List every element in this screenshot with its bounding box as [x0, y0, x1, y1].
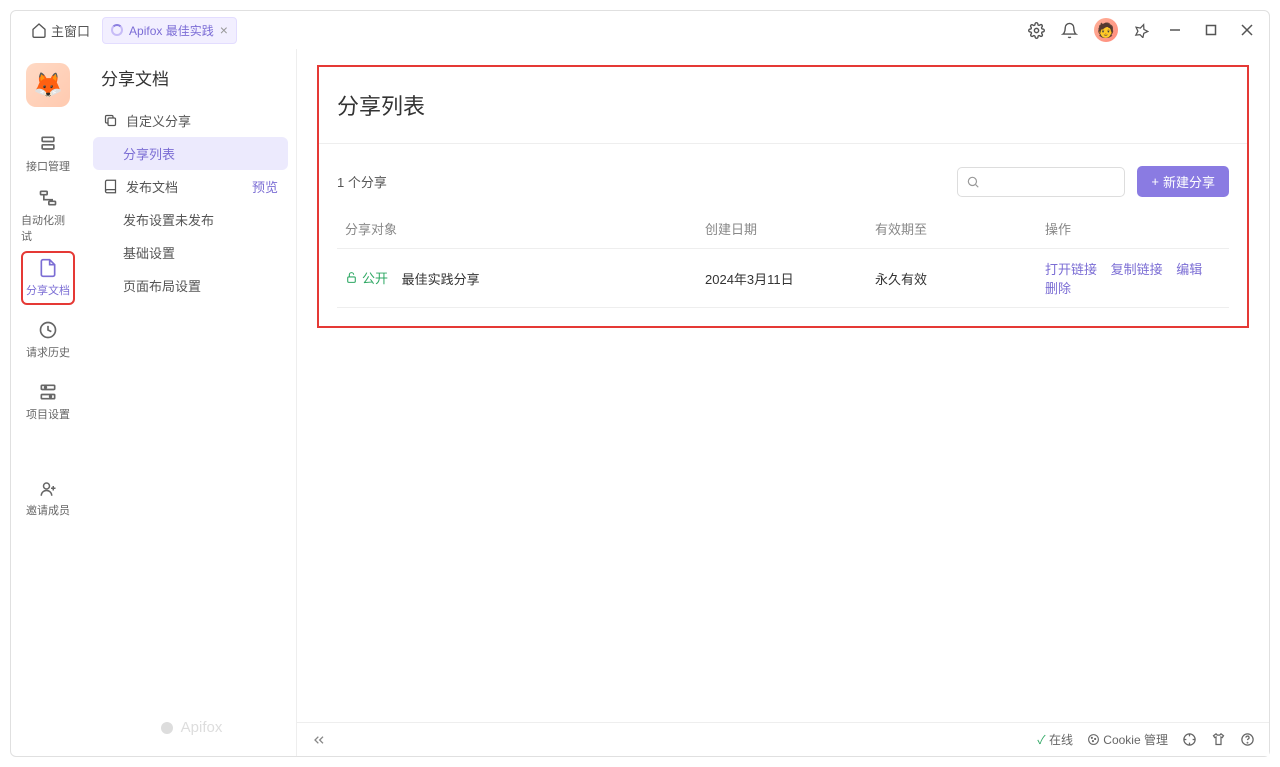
sidebar-layout-settings[interactable]: 页面布局设置	[93, 269, 288, 302]
unlock-icon	[345, 271, 358, 284]
sidebar-item-label: 基础设置	[123, 243, 175, 262]
action-copy[interactable]: 复制链接	[1111, 262, 1163, 277]
minimize-icon[interactable]	[1165, 20, 1185, 40]
sidebar-publish-doc[interactable]: 发布文档 预览	[93, 170, 288, 203]
sidebar-item-label: 页面布局设置	[123, 276, 201, 295]
sidebar-item-label: 发布设置	[123, 210, 175, 229]
sidebar-item-label: 自定义分享	[126, 111, 191, 130]
brand-watermark: Apifox	[85, 719, 296, 736]
plus-icon: +	[1151, 174, 1159, 189]
tab-label: Apifox 最佳实践	[129, 22, 214, 39]
app-logo[interactable]: 🦊	[26, 63, 70, 107]
nav-rail: 🦊 接口管理 自动化测试 分享文档	[11, 49, 85, 756]
cookie-icon	[1087, 733, 1100, 746]
avatar[interactable]: 🧑	[1094, 18, 1118, 42]
sidebar-title: 分享文档	[93, 65, 288, 104]
help-icon[interactable]	[1240, 732, 1255, 747]
topbar: 主窗口 Apifox 最佳实践 × 🧑	[11, 11, 1269, 49]
unpublished-badge: 未发布	[175, 210, 214, 229]
td-expire: 永久有效	[867, 259, 1037, 298]
sliders-icon	[38, 382, 58, 402]
user-plus-icon	[39, 480, 57, 498]
tab-apifox[interactable]: Apifox 最佳实践 ×	[102, 17, 237, 44]
check-icon: ✓	[1037, 733, 1045, 747]
shirt-icon[interactable]	[1211, 732, 1226, 747]
nav-project-settings[interactable]: 项目设置	[21, 375, 75, 429]
nav-api-management[interactable]: 接口管理	[21, 127, 75, 181]
document-share-icon	[38, 258, 58, 278]
nav-label: 请求历史	[26, 344, 70, 360]
nav-label: 分享文档	[26, 282, 70, 298]
preview-link[interactable]: 预览	[252, 177, 278, 196]
share-table: 分享对象 创建日期 有效期至 操作 公开 最佳实践分享	[337, 209, 1229, 308]
target-icon[interactable]	[1182, 732, 1197, 747]
copy-icon	[103, 113, 118, 128]
new-share-button[interactable]: + 新建分享	[1137, 166, 1229, 197]
sidebar-share-list[interactable]: 分享列表	[93, 137, 288, 170]
share-name: 最佳实践分享	[402, 272, 480, 287]
th-target: 分享对象	[337, 209, 697, 248]
td-actions: 打开链接 复制链接 编辑 删除	[1037, 249, 1229, 307]
close-icon[interactable]: ×	[220, 23, 228, 37]
action-edit[interactable]: 编辑	[1176, 262, 1202, 277]
sidebar-item-label: 分享列表	[123, 144, 175, 163]
home-icon	[31, 22, 47, 38]
share-count: 1 个分享	[337, 172, 387, 191]
search-input[interactable]	[957, 167, 1125, 197]
maximize-icon[interactable]	[1201, 20, 1221, 40]
home-button[interactable]: 主窗口	[23, 17, 98, 44]
nav-invite[interactable]: 邀请成员	[21, 480, 75, 518]
nav-automation[interactable]: 自动化测试	[21, 189, 75, 243]
nav-history[interactable]: 请求历史	[21, 313, 75, 367]
flow-icon	[38, 188, 58, 208]
window-close-icon[interactable]	[1237, 20, 1257, 40]
action-open[interactable]: 打开链接	[1045, 262, 1097, 277]
table-header: 分享对象 创建日期 有效期至 操作	[337, 209, 1229, 249]
sidebar-basic-settings[interactable]: 基础设置	[93, 236, 288, 269]
sub-sidebar: 分享文档 自定义分享 分享列表 发布文档 预览 发布设置 未发布 基础设置 页面…	[85, 49, 297, 756]
nav-label: 邀请成员	[26, 502, 70, 518]
th-created: 创建日期	[697, 209, 867, 248]
content-panel: 分享列表 1 个分享 + 新建分享 分享对象 创建日期	[297, 49, 1269, 756]
footer: ✓ 在线 Cookie 管理	[297, 722, 1269, 756]
sidebar-custom-share[interactable]: 自定义分享	[93, 104, 288, 137]
online-status: ✓ 在线	[1037, 731, 1073, 748]
page-title: 分享列表	[319, 67, 1247, 143]
pin-icon[interactable]	[1134, 23, 1149, 38]
sidebar-publish-settings[interactable]: 发布设置 未发布	[93, 203, 288, 236]
table-row: 公开 最佳实践分享 2024年3月11日 永久有效 打开链接 复制链接 编辑 删…	[337, 249, 1229, 308]
td-target: 公开 最佳实践分享	[337, 258, 697, 298]
collapse-icon[interactable]	[311, 732, 327, 748]
action-delete[interactable]: 删除	[1045, 281, 1071, 296]
toolbar: 1 个分享 + 新建分享	[319, 144, 1247, 209]
nav-label: 接口管理	[26, 158, 70, 174]
loading-icon	[111, 24, 123, 36]
visibility-badge: 公开	[345, 268, 388, 287]
settings-icon[interactable]	[1028, 22, 1045, 39]
clock-icon	[38, 320, 58, 340]
td-created: 2024年3月11日	[697, 259, 867, 298]
nav-label: 自动化测试	[21, 212, 75, 244]
sidebar-item-label: 发布文档	[126, 177, 178, 196]
bell-icon[interactable]	[1061, 22, 1078, 39]
th-expire: 有效期至	[867, 209, 1037, 248]
search-icon	[966, 175, 980, 189]
database-icon	[38, 134, 58, 154]
highlight-box: 分享列表 1 个分享 + 新建分享 分享对象 创建日期	[317, 65, 1249, 328]
fox-icon	[159, 720, 175, 736]
cookie-manage[interactable]: Cookie 管理	[1087, 731, 1168, 748]
new-button-label: 新建分享	[1163, 172, 1215, 191]
book-icon	[103, 179, 118, 194]
th-actions: 操作	[1037, 209, 1229, 248]
nav-share-doc[interactable]: 分享文档	[21, 251, 75, 305]
nav-label: 项目设置	[26, 406, 70, 422]
home-label: 主窗口	[51, 21, 90, 40]
